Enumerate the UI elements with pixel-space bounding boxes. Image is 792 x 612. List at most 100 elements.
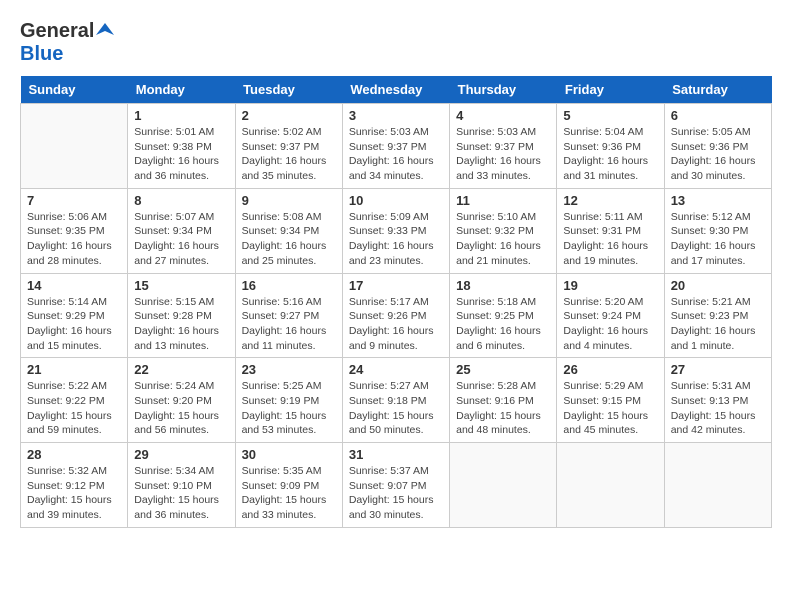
calendar-cell: 10 Sunrise: 5:09 AM Sunset: 9:33 PM Dayli…	[342, 188, 449, 273]
header: General Blue	[20, 20, 772, 66]
day-info: Sunrise: 5:22 AM Sunset: 9:22 PM Dayligh…	[27, 379, 121, 438]
weekday-header-row: SundayMondayTuesdayWednesdayThursdayFrid…	[21, 76, 772, 104]
calendar-cell: 1 Sunrise: 5:01 AM Sunset: 9:38 PM Daylig…	[128, 104, 235, 189]
calendar-cell: 16 Sunrise: 5:16 AM Sunset: 9:27 PM Dayli…	[235, 273, 342, 358]
day-info: Sunrise: 5:15 AM Sunset: 9:28 PM Dayligh…	[134, 295, 228, 354]
calendar-cell: 24 Sunrise: 5:27 AM Sunset: 9:18 PM Dayli…	[342, 358, 449, 443]
day-number: 9	[242, 193, 336, 208]
calendar-week-row: 28 Sunrise: 5:32 AM Sunset: 9:12 PM Dayli…	[21, 443, 772, 528]
calendar-cell: 8 Sunrise: 5:07 AM Sunset: 9:34 PM Daylig…	[128, 188, 235, 273]
calendar-cell: 13Sunrise: 5:12 AM Sunset: 9:30 PM Dayli…	[664, 188, 771, 273]
day-number: 30	[242, 447, 336, 462]
day-number: 15	[134, 278, 228, 293]
calendar-cell: 29 Sunrise: 5:34 AM Sunset: 9:10 PM Dayli…	[128, 443, 235, 528]
day-number: 23	[242, 362, 336, 377]
calendar-cell: 2 Sunrise: 5:02 AM Sunset: 9:37 PM Daylig…	[235, 104, 342, 189]
calendar-cell	[557, 443, 664, 528]
weekday-header-saturday: Saturday	[664, 76, 771, 104]
calendar-cell: 5 Sunrise: 5:04 AM Sunset: 9:36 PM Daylig…	[557, 104, 664, 189]
weekday-header-wednesday: Wednesday	[342, 76, 449, 104]
day-info: Sunrise: 5:17 AM Sunset: 9:26 PM Dayligh…	[349, 295, 443, 354]
day-info: Sunrise: 5:16 AM Sunset: 9:27 PM Dayligh…	[242, 295, 336, 354]
weekday-header-monday: Monday	[128, 76, 235, 104]
day-number: 5	[563, 108, 657, 123]
calendar-cell: 3Sunrise: 5:03 AM Sunset: 9:37 PM Daylig…	[342, 104, 449, 189]
logo: General Blue	[20, 20, 114, 66]
day-info: Sunrise: 5:34 AM Sunset: 9:10 PM Dayligh…	[134, 464, 228, 523]
day-info: Sunrise: 5:08 AM Sunset: 9:34 PM Dayligh…	[242, 210, 336, 269]
day-number: 6	[671, 108, 765, 123]
weekday-header-sunday: Sunday	[21, 76, 128, 104]
calendar-cell: 15 Sunrise: 5:15 AM Sunset: 9:28 PM Dayli…	[128, 273, 235, 358]
day-info: Sunrise: 5:21 AM Sunset: 9:23 PM Dayligh…	[671, 295, 765, 354]
day-info: Sunrise: 5:28 AM Sunset: 9:16 PM Dayligh…	[456, 379, 550, 438]
calendar-cell: 21 Sunrise: 5:22 AM Sunset: 9:22 PM Dayli…	[21, 358, 128, 443]
day-number: 17	[349, 278, 443, 293]
day-info: Sunrise: 5:18 AM Sunset: 9:25 PM Dayligh…	[456, 295, 550, 354]
calendar-cell: 18 Sunrise: 5:18 AM Sunset: 9:25 PM Dayli…	[450, 273, 557, 358]
logo-blue: Blue	[20, 43, 63, 65]
day-info: Sunrise: 5:32 AM Sunset: 9:12 PM Dayligh…	[27, 464, 121, 523]
calendar-cell: 25 Sunrise: 5:28 AM Sunset: 9:16 PM Dayli…	[450, 358, 557, 443]
calendar-cell: 20Sunrise: 5:21 AM Sunset: 9:23 PM Dayli…	[664, 273, 771, 358]
day-number: 31	[349, 447, 443, 462]
day-number: 2	[242, 108, 336, 123]
weekday-header-thursday: Thursday	[450, 76, 557, 104]
day-number: 1	[134, 108, 228, 123]
day-info: Sunrise: 5:02 AM Sunset: 9:37 PM Dayligh…	[242, 125, 336, 184]
logo-general: General	[20, 20, 94, 43]
day-info: Sunrise: 5:05 AM Sunset: 9:36 PM Dayligh…	[671, 125, 765, 184]
day-info: Sunrise: 5:25 AM Sunset: 9:19 PM Dayligh…	[242, 379, 336, 438]
calendar-cell: 12Sunrise: 5:11 AM Sunset: 9:31 PM Dayli…	[557, 188, 664, 273]
day-number: 25	[456, 362, 550, 377]
day-info: Sunrise: 5:35 AM Sunset: 9:09 PM Dayligh…	[242, 464, 336, 523]
day-number: 10	[349, 193, 443, 208]
day-info: Sunrise: 5:14 AM Sunset: 9:29 PM Dayligh…	[27, 295, 121, 354]
day-number: 7	[27, 193, 121, 208]
day-number: 28	[27, 447, 121, 462]
day-info: Sunrise: 5:03 AM Sunset: 9:37 PM Dayligh…	[349, 125, 443, 184]
calendar-cell: 26 Sunrise: 5:29 AM Sunset: 9:15 PM Dayli…	[557, 358, 664, 443]
day-number: 29	[134, 447, 228, 462]
calendar-cell: 7Sunrise: 5:06 AM Sunset: 9:35 PM Daylig…	[21, 188, 128, 273]
calendar-cell: 9 Sunrise: 5:08 AM Sunset: 9:34 PM Daylig…	[235, 188, 342, 273]
day-number: 19	[563, 278, 657, 293]
calendar-cell: 6 Sunrise: 5:05 AM Sunset: 9:36 PM Daylig…	[664, 104, 771, 189]
calendar-cell: 17 Sunrise: 5:17 AM Sunset: 9:26 PM Dayli…	[342, 273, 449, 358]
day-info: Sunrise: 5:09 AM Sunset: 9:33 PM Dayligh…	[349, 210, 443, 269]
day-number: 22	[134, 362, 228, 377]
day-number: 13	[671, 193, 765, 208]
calendar-cell: 4 Sunrise: 5:03 AM Sunset: 9:37 PM Daylig…	[450, 104, 557, 189]
day-number: 16	[242, 278, 336, 293]
day-number: 24	[349, 362, 443, 377]
day-info: Sunrise: 5:03 AM Sunset: 9:37 PM Dayligh…	[456, 125, 550, 184]
day-number: 18	[456, 278, 550, 293]
day-info: Sunrise: 5:20 AM Sunset: 9:24 PM Dayligh…	[563, 295, 657, 354]
day-number: 21	[27, 362, 121, 377]
calendar-cell: 11Sunrise: 5:10 AM Sunset: 9:32 PM Dayli…	[450, 188, 557, 273]
day-info: Sunrise: 5:01 AM Sunset: 9:38 PM Dayligh…	[134, 125, 228, 184]
calendar-cell: 23 Sunrise: 5:25 AM Sunset: 9:19 PM Dayli…	[235, 358, 342, 443]
calendar-cell: 14 Sunrise: 5:14 AM Sunset: 9:29 PM Dayli…	[21, 273, 128, 358]
calendar-week-row: 21 Sunrise: 5:22 AM Sunset: 9:22 PM Dayli…	[21, 358, 772, 443]
calendar-cell: 22 Sunrise: 5:24 AM Sunset: 9:20 PM Dayli…	[128, 358, 235, 443]
day-info: Sunrise: 5:04 AM Sunset: 9:36 PM Dayligh…	[563, 125, 657, 184]
day-info: Sunrise: 5:29 AM Sunset: 9:15 PM Dayligh…	[563, 379, 657, 438]
day-info: Sunrise: 5:31 AM Sunset: 9:13 PM Dayligh…	[671, 379, 765, 438]
calendar-cell: 31 Sunrise: 5:37 AM Sunset: 9:07 PM Dayli…	[342, 443, 449, 528]
day-number: 4	[456, 108, 550, 123]
day-info: Sunrise: 5:27 AM Sunset: 9:18 PM Dayligh…	[349, 379, 443, 438]
day-number: 27	[671, 362, 765, 377]
calendar-cell	[450, 443, 557, 528]
day-info: Sunrise: 5:37 AM Sunset: 9:07 PM Dayligh…	[349, 464, 443, 523]
day-info: Sunrise: 5:24 AM Sunset: 9:20 PM Dayligh…	[134, 379, 228, 438]
calendar-cell: 28 Sunrise: 5:32 AM Sunset: 9:12 PM Dayli…	[21, 443, 128, 528]
logo-bird-icon	[96, 21, 114, 39]
day-info: Sunrise: 5:07 AM Sunset: 9:34 PM Dayligh…	[134, 210, 228, 269]
day-number: 8	[134, 193, 228, 208]
day-number: 26	[563, 362, 657, 377]
day-number: 14	[27, 278, 121, 293]
calendar-cell: 19 Sunrise: 5:20 AM Sunset: 9:24 PM Dayli…	[557, 273, 664, 358]
calendar-cell	[21, 104, 128, 189]
calendar-cell: 30 Sunrise: 5:35 AM Sunset: 9:09 PM Dayli…	[235, 443, 342, 528]
